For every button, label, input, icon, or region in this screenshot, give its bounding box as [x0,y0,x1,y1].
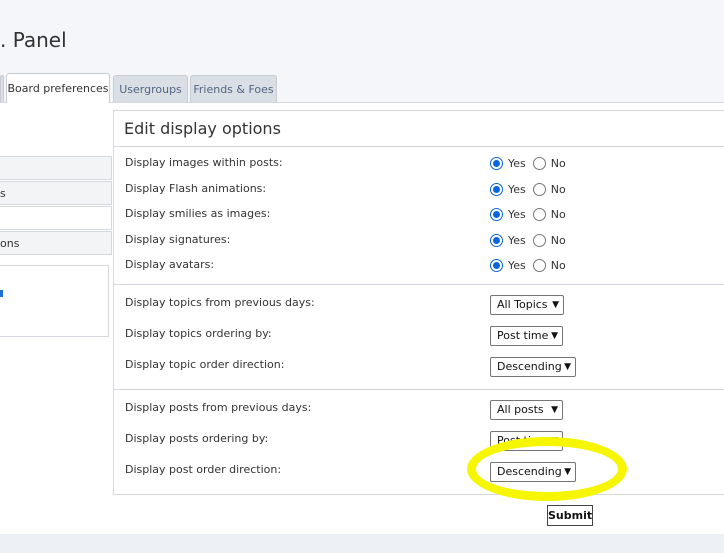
radio-no-label: No [550,258,566,272]
radio-no[interactable] [532,182,546,196]
sidebar-link-fragment[interactable] [0,290,3,297]
page-title: . Panel [0,28,67,52]
divider [114,284,724,285]
post-days-select[interactable]: All posts ▼ [490,400,563,420]
display-options-panel: Edit display options Display images with… [113,110,724,495]
radio-yes-label: Yes [508,258,526,272]
sidebar-panel [0,265,109,337]
radio-yes[interactable] [490,207,503,221]
select-value: Post time [497,329,549,342]
divider [114,389,724,390]
post-sort-select[interactable]: Post time ▼ [490,431,563,451]
row-label: Display smilies as images: [125,207,271,220]
tab-board-preferences[interactable]: Board preferences [6,73,110,103]
radio-no-label: No [550,182,566,196]
row-label: Display signatures: [125,233,231,246]
row-label: Display Flash animations: [125,182,267,195]
chevron-down-icon: ▼ [552,300,559,310]
radio-yes[interactable] [490,233,503,247]
radio-yes-label: Yes [508,207,526,221]
sidebar-item-1[interactable]: s [0,181,112,205]
radio-yes[interactable] [490,258,503,272]
radio-no[interactable] [532,258,546,272]
select-value: Post time [497,434,549,447]
chevron-down-icon: ▼ [551,436,558,446]
divider [114,146,724,147]
select-value: Descending [497,465,562,478]
sidebar-item-label: ons [0,237,20,250]
chevron-down-icon: ▼ [551,405,558,415]
radio-yes[interactable] [490,156,503,170]
sidebar-item-2[interactable] [0,206,112,230]
post-direction-select[interactable]: Descending ▼ [490,462,576,482]
topic-sort-select[interactable]: Post time ▼ [490,326,563,346]
radio-no[interactable] [532,207,546,221]
topic-days-select[interactable]: All Topics ▼ [490,295,564,315]
chevron-down-icon: ▼ [551,331,558,341]
radio-group-smilies: Yes No [490,206,573,222]
sidebar-item-3[interactable]: ons [0,231,112,255]
select-value: Descending [497,360,562,373]
select-value: All Topics [497,298,548,311]
radio-yes[interactable] [490,182,503,196]
row-label: Display avatars: [125,258,215,271]
radio-group-images: Yes No [490,155,573,171]
row-label: Display posts ordering by: [125,432,269,445]
topic-direction-select[interactable]: Descending ▼ [490,357,576,377]
chevron-down-icon: ▼ [564,467,571,477]
row-label: Display topic order direction: [125,358,285,371]
radio-yes-label: Yes [508,233,526,247]
radio-no-label: No [550,156,566,170]
radio-no-label: No [550,207,566,221]
tab-hidden-left[interactable] [0,75,4,103]
select-value: All posts [497,403,544,416]
row-label: Display topics from previous days: [125,296,315,309]
radio-group-flash: Yes No [490,181,573,197]
radio-no-label: No [550,233,566,247]
radio-no[interactable] [532,156,546,170]
chevron-down-icon: ▼ [564,362,571,372]
footer [0,534,724,553]
tab-usergroups[interactable]: Usergroups [113,75,188,103]
radio-group-signatures: Yes No [490,232,573,248]
radio-group-avatars: Yes No [490,257,573,273]
submit-button[interactable]: Submit [547,505,593,526]
radio-no[interactable] [532,233,546,247]
row-label: Display topics ordering by: [125,327,272,340]
tab-friends-foes[interactable]: Friends & Foes [190,75,277,103]
sidebar-item-label: s [0,187,6,200]
section-title: Edit display options [124,119,281,138]
row-label: Display images within posts: [125,156,283,169]
row-label: Display posts from previous days: [125,401,312,414]
sidebar-item-hidden[interactable] [0,156,112,180]
row-label: Display post order direction: [125,463,282,476]
radio-yes-label: Yes [508,156,526,170]
radio-yes-label: Yes [508,182,526,196]
